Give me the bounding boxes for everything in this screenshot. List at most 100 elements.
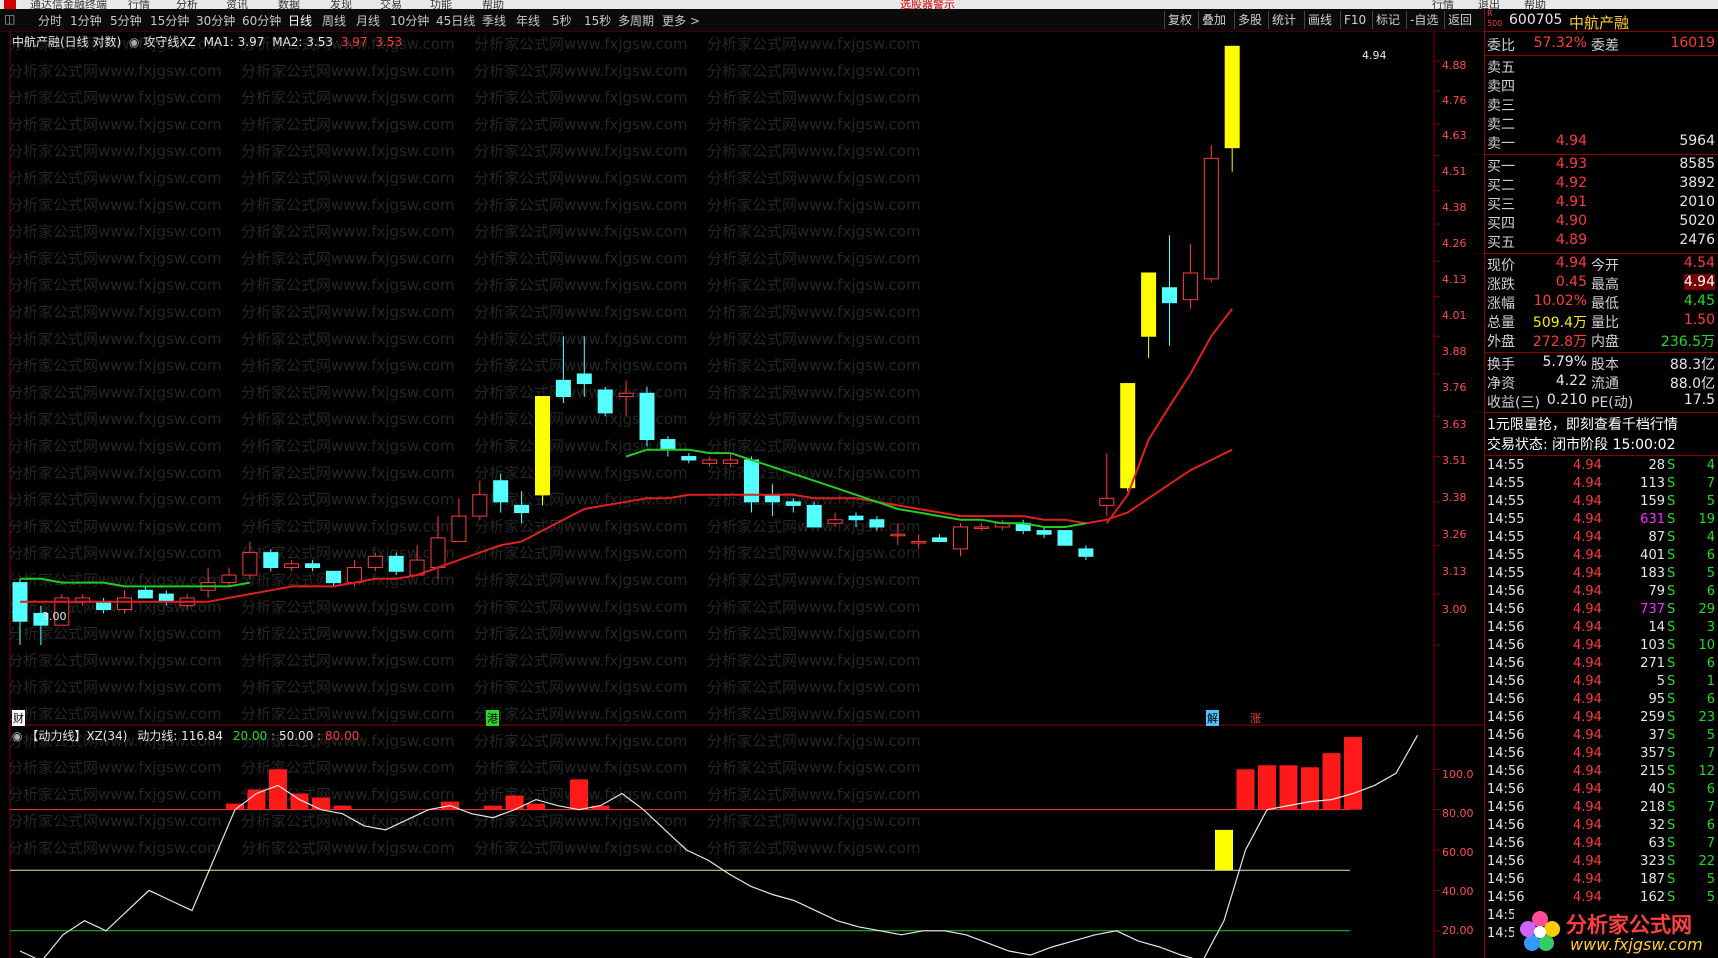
price-axis-label: 4.26 — [1442, 237, 1467, 250]
watermark-text: 分析家公式网www.fxjgsw.com — [241, 196, 455, 214]
promo-link[interactable]: 1元限量抢，即刻查看千档行情 — [1485, 414, 1718, 433]
button-f10[interactable]: F10 — [1340, 11, 1369, 29]
menu-item-market-right[interactable]: 行情 — [1432, 0, 1454, 9]
candle-body — [932, 537, 948, 543]
menu-item-help-right[interactable]: 帮助 — [1524, 0, 1546, 9]
tab-period-month[interactable]: 月线 — [356, 12, 380, 29]
tick-cell: 87 — [1648, 530, 1665, 545]
watermark-text: 分析家公式网www.fxjgsw.com — [8, 115, 222, 133]
tick-cell: 14:56 — [1487, 782, 1525, 797]
watermark-text: 分析家公式网www.fxjgsw.com — [707, 276, 921, 294]
watermark-text: 分析家公式网www.fxjgsw.com — [707, 812, 921, 830]
tab-period-multi[interactable]: 多周期 — [618, 12, 654, 29]
site-logo: 分析家公式网 www.fxjgsw.com — [1514, 905, 1718, 958]
candle-body — [723, 459, 739, 464]
tick-cell: 5 — [1706, 566, 1715, 581]
menu-item-help[interactable]: 帮助 — [482, 0, 504, 9]
kline-chart-svg[interactable]: 分析家公式网www.fxjgsw.com 分析家公式网www.fxjgsw.com… — [0, 31, 1484, 958]
tab-period-15sec[interactable]: 15秒 — [584, 12, 611, 29]
price-axis-label: 3.51 — [1442, 454, 1467, 467]
watermark-text: 分析家公式网www.fxjgsw.com — [474, 330, 688, 348]
weicha-value: 16019 — [1670, 35, 1715, 51]
tick-cell: 4.94 — [1573, 872, 1602, 887]
indicator-toggle-icon-2[interactable]: ◉ — [12, 729, 22, 743]
tick-row: 14:56 4.94 103 S 10 — [1485, 638, 1718, 656]
tab-period-10min[interactable]: 10分钟 — [390, 12, 429, 29]
watermark-text: 分析家公式网www.fxjgsw.com — [8, 276, 222, 294]
tick-cell: 5 — [1706, 494, 1715, 509]
marker-jie[interactable]: 解 — [1206, 710, 1219, 726]
tick-cell: 4.94 — [1573, 782, 1602, 797]
tab-period-season[interactable]: 季线 — [482, 12, 506, 29]
sidebar-header: R 500 600705 中航产融 — [1485, 9, 1718, 32]
tab-period-5min[interactable]: 5分钟 — [110, 12, 142, 29]
watermark-text: 分析家公式网www.fxjgsw.com — [707, 62, 921, 80]
watermark-text: 分析家公式网www.fxjgsw.com — [474, 705, 688, 723]
watermark-text: 分析家公式网www.fxjgsw.com — [241, 330, 455, 348]
candle-body — [660, 439, 676, 451]
menu-item-news[interactable]: 资讯 — [226, 0, 248, 9]
watermark-text: 分析家公式网www.fxjgsw.com — [241, 517, 455, 535]
menu-item-exit[interactable]: 退出 — [1478, 0, 1500, 9]
watermark-text: 分析家公式网www.fxjgsw.com — [8, 437, 222, 455]
toolbar-toggle-icon[interactable]: ◫ — [4, 12, 15, 26]
menu-item-analysis[interactable]: 分析 — [176, 0, 198, 9]
menu-item-function[interactable]: 功能 — [430, 0, 452, 9]
tick-cell: 215 — [1640, 764, 1665, 779]
tick-cell: 4.94 — [1573, 512, 1602, 527]
candle-body — [242, 552, 258, 576]
watermark-text: 分析家公式网www.fxjgsw.com — [474, 651, 688, 669]
candle-body — [96, 601, 112, 611]
watermark-text: 分析家公式网www.fxjgsw.com — [8, 169, 222, 187]
flower-logo-icon — [1520, 911, 1560, 951]
watermark-text: 分析家公式网www.fxjgsw.com — [241, 410, 455, 428]
menu-item-discover[interactable]: 发现 — [330, 0, 352, 9]
button-fuquan[interactable]: 复权 — [1164, 11, 1195, 29]
watermark-text: 分析家公式网www.fxjgsw.com — [8, 303, 222, 321]
watermark-text: 分析家公式网www.fxjgsw.com — [241, 276, 455, 294]
button-add-watchlist[interactable]: -自选 — [1406, 11, 1441, 29]
marker-zhang[interactable]: 涨 — [1250, 710, 1261, 726]
candle-body — [535, 396, 550, 496]
button-multi-stock[interactable]: 多股 — [1234, 11, 1265, 29]
menu-item-market[interactable]: 行情 — [128, 0, 150, 9]
button-overlay[interactable]: 叠加 — [1198, 11, 1229, 29]
tab-period-more[interactable]: 更多 > — [662, 12, 700, 29]
tab-period-45day[interactable]: 45日线 — [436, 12, 475, 29]
tick-cell: 6 — [1706, 584, 1715, 599]
tick-cell: 103 — [1640, 638, 1665, 653]
price-axis-label: 4.38 — [1442, 201, 1467, 214]
tick-cell: 14:56 — [1487, 836, 1525, 851]
menu-item-trade[interactable]: 交易 — [380, 0, 402, 9]
stat-row-eps: 收益(三) 0.210 PE(动) 17.5 — [1487, 392, 1715, 411]
tab-period-1min[interactable]: 1分钟 — [70, 12, 102, 29]
menu-item-data[interactable]: 数据 — [278, 0, 300, 9]
indicator-toggle-icon[interactable]: ◉ — [129, 35, 139, 49]
button-back[interactable]: 返回 — [1444, 11, 1475, 29]
trade-status: 交易状态: 闭市阶段 15:00:02 — [1487, 437, 1676, 453]
tab-period-15min[interactable]: 15分钟 — [150, 12, 189, 29]
weibi-row: 委比 57.32% 委差 16019 — [1487, 35, 1715, 54]
button-mark[interactable]: 标记 — [1372, 11, 1403, 29]
candle-body — [576, 373, 592, 385]
tab-period-day[interactable]: 日线 — [288, 12, 312, 29]
marker-cai[interactable]: 财 — [12, 710, 25, 726]
tab-period-year[interactable]: 年线 — [516, 12, 540, 29]
button-draw-line[interactable]: 画线 — [1304, 11, 1335, 29]
kline-chart-area[interactable]: 分析家公式网www.fxjgsw.com 分析家公式网www.fxjgsw.com… — [0, 31, 1484, 958]
tab-period-30min[interactable]: 30分钟 — [196, 12, 235, 29]
marker-gang[interactable]: 港 — [486, 710, 499, 726]
watermark-text: 分析家公式网www.fxjgsw.com — [707, 410, 921, 428]
tab-period-5sec[interactable]: 5秒 — [552, 12, 572, 29]
tab-period-60min[interactable]: 60分钟 — [242, 12, 281, 29]
candle-body — [639, 392, 655, 441]
tab-period-week[interactable]: 周线 — [322, 12, 346, 29]
tick-cell: 29 — [1698, 602, 1715, 617]
ask-row-4: 卖四 — [1487, 79, 1515, 95]
tab-period-fenshi[interactable]: 分时 — [38, 12, 62, 29]
watermark-text: 分析家公式网www.fxjgsw.com — [707, 437, 921, 455]
button-statistics[interactable]: 统计 — [1268, 11, 1299, 29]
tick-cell: S — [1667, 566, 1676, 581]
menu-alert[interactable]: 选股器警示 — [900, 0, 955, 9]
watermark-text: 分析家公式网www.fxjgsw.com — [241, 383, 455, 401]
